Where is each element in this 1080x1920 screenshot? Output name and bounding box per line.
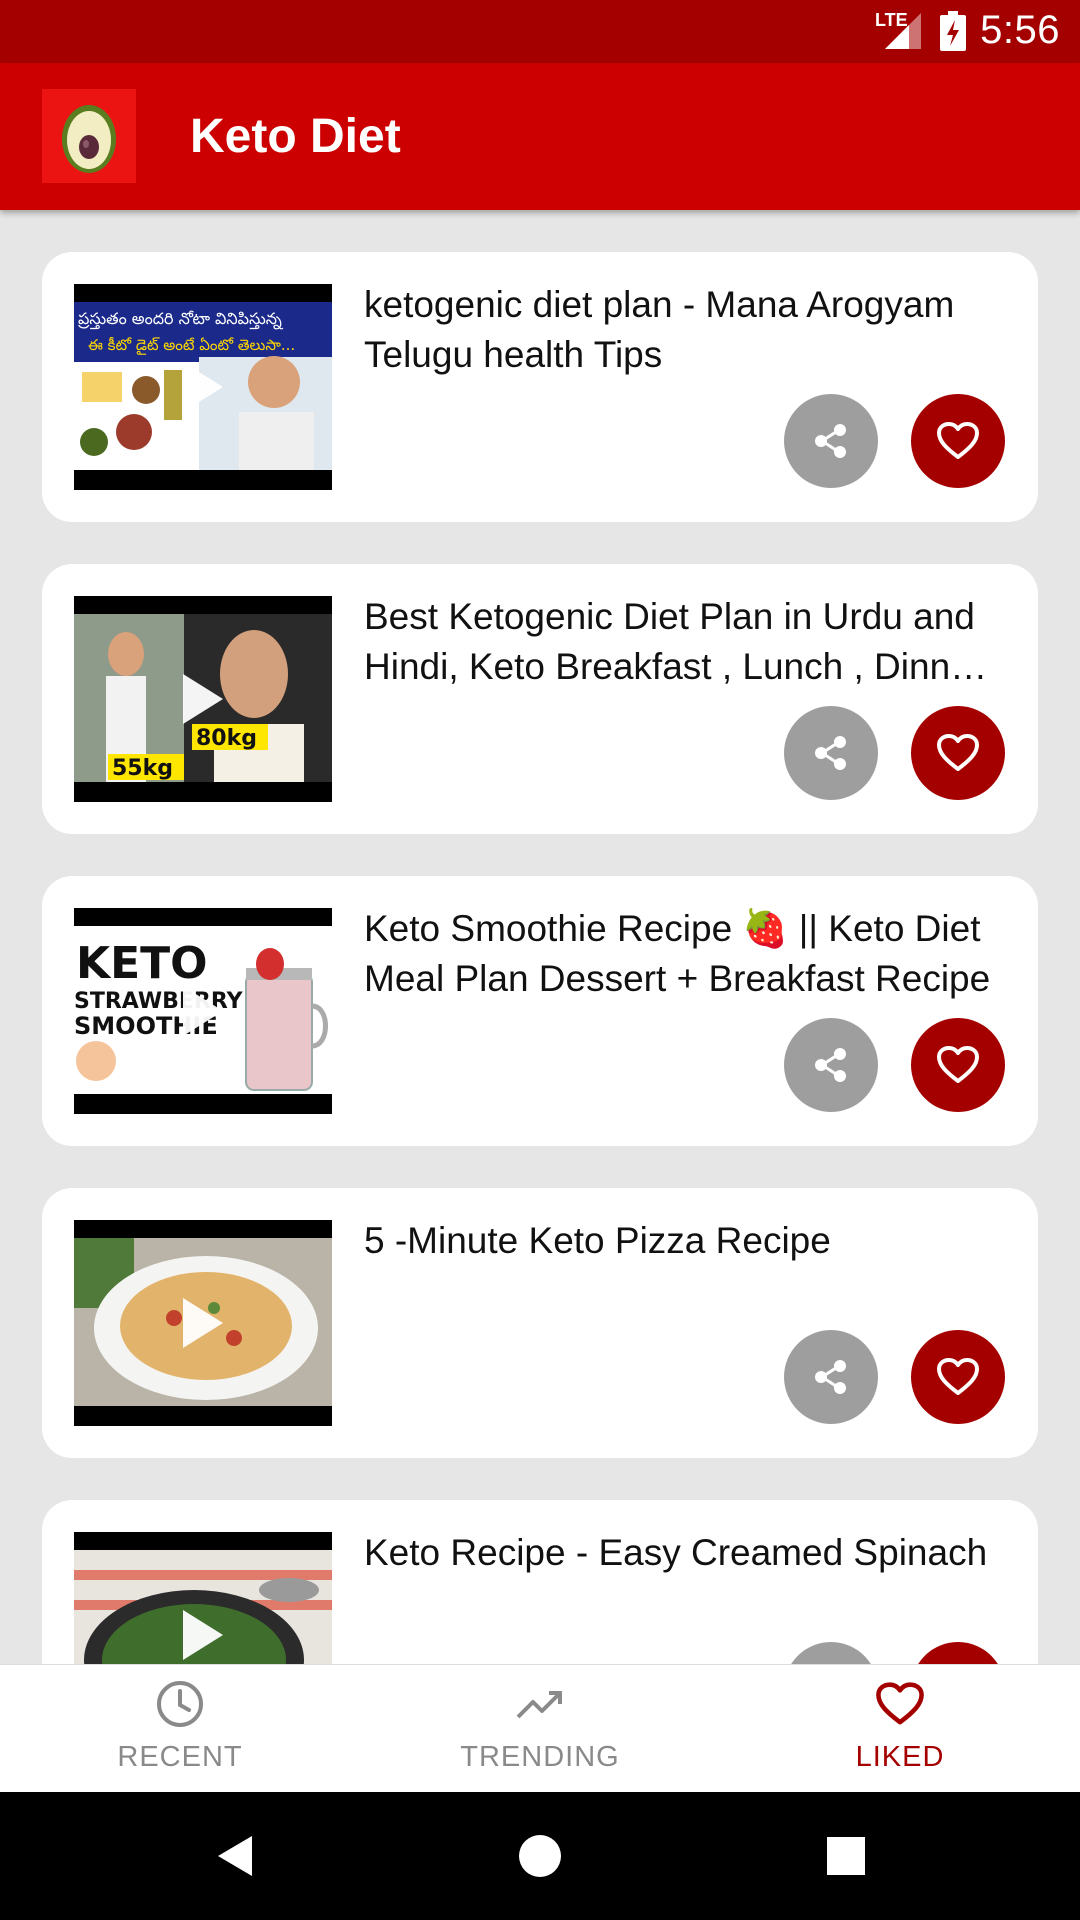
share-button[interactable] — [784, 1642, 878, 1664]
video-thumbnail[interactable] — [74, 1532, 332, 1664]
video-title[interactable]: Best Ketogenic Diet Plan in Urdu and Hin… — [364, 592, 1004, 692]
video-card[interactable]: ప్రస్తుతం అందరి నోటా వినిపిస్తున్న ఈ కీట… — [42, 252, 1038, 522]
video-thumbnail[interactable]: ప్రస్తుతం అందరి నోటా వినిపిస్తున్న ఈ కీట… — [74, 284, 332, 490]
thumbnail-label: 80kg — [196, 726, 257, 751]
status-bar: LTE 5:56 — [0, 0, 1080, 63]
video-title[interactable]: 5 -Minute Keto Pizza Recipe — [364, 1216, 1004, 1266]
play-icon[interactable] — [183, 1610, 223, 1660]
like-button[interactable] — [911, 706, 1005, 800]
recents-icon[interactable] — [822, 1832, 870, 1880]
play-icon[interactable] — [183, 362, 223, 412]
system-navigation-bar — [0, 1792, 1080, 1920]
app-bar: Keto Diet — [0, 63, 1080, 210]
share-button[interactable] — [784, 1018, 878, 1112]
share-icon — [815, 424, 846, 458]
video-card[interactable]: 5 -Minute Keto Pizza Recipe — [42, 1188, 1038, 1458]
video-card[interactable]: 55kg 80kg Best Ketogenic Diet Plan in Ur… — [42, 564, 1038, 834]
video-card[interactable]: KETO STRAWBERRY SMOOTHIE Keto Smoothie R… — [42, 876, 1038, 1146]
nav-tab-recent[interactable]: RECENT — [0, 1665, 360, 1793]
like-button[interactable] — [911, 1642, 1005, 1664]
back-icon[interactable] — [212, 1832, 260, 1880]
share-button[interactable] — [784, 394, 878, 488]
video-thumbnail[interactable]: 55kg 80kg — [74, 596, 332, 802]
thumbnail-text: KETO — [76, 938, 208, 989]
signal-icon — [885, 13, 921, 49]
heart-icon — [876, 1682, 924, 1725]
share-button[interactable] — [784, 1330, 878, 1424]
heart-outline-icon — [937, 1358, 979, 1395]
video-thumbnail[interactable] — [74, 1220, 332, 1426]
play-icon[interactable] — [183, 986, 223, 1036]
play-icon[interactable] — [183, 674, 223, 724]
nav-tab-trending[interactable]: TRENDING — [360, 1665, 720, 1793]
clock-icon — [157, 1681, 203, 1727]
app-title: Keto Diet — [190, 110, 401, 163]
like-button[interactable] — [911, 1018, 1005, 1112]
video-title[interactable]: Keto Smoothie Recipe 🍓 || Keto Diet Meal… — [364, 904, 1004, 1004]
clock-time: 5:56 — [980, 8, 1060, 52]
avocado-logo — [42, 89, 136, 183]
share-icon — [815, 736, 846, 770]
video-title[interactable]: ketogenic diet plan - Mana Arogyam Telug… — [364, 280, 1004, 380]
share-button[interactable] — [784, 706, 878, 800]
heart-outline-icon — [937, 422, 979, 459]
like-button[interactable] — [911, 1330, 1005, 1424]
bottom-navigation: RECENT TRENDING LIKED — [0, 1664, 1080, 1793]
video-title[interactable]: Keto Recipe - Easy Creamed Spinach — [364, 1528, 1004, 1578]
battery-charging-icon — [940, 11, 966, 51]
heart-outline-icon — [937, 1046, 979, 1083]
share-icon — [815, 1048, 846, 1082]
video-thumbnail[interactable]: KETO STRAWBERRY SMOOTHIE — [74, 908, 332, 1114]
nav-label: LIKED — [855, 1741, 945, 1773]
trending-up-icon — [516, 1691, 562, 1719]
video-card[interactable]: Keto Recipe - Easy Creamed Spinach — [42, 1500, 1038, 1664]
nav-tab-liked[interactable]: LIKED — [720, 1665, 1080, 1793]
share-icon — [815, 1360, 846, 1394]
heart-outline-icon — [937, 734, 979, 771]
nav-label: RECENT — [117, 1741, 243, 1773]
nav-label: TRENDING — [460, 1741, 620, 1773]
video-list[interactable]: ప్రస్తుతం అందరి నోటా వినిపిస్తున్న ఈ కీట… — [0, 210, 1080, 1664]
thumbnail-caption-line2: ఈ కీటో డైట్ అంటే ఏంటో తెలుసా... — [88, 336, 295, 355]
play-icon[interactable] — [183, 1298, 223, 1348]
home-icon[interactable] — [516, 1832, 564, 1880]
like-button[interactable] — [911, 394, 1005, 488]
thumbnail-label: 55kg — [112, 756, 173, 781]
thumbnail-caption-line1: ప్రస్తుతం అందరి నోటా వినిపిస్తున్న — [77, 309, 284, 330]
